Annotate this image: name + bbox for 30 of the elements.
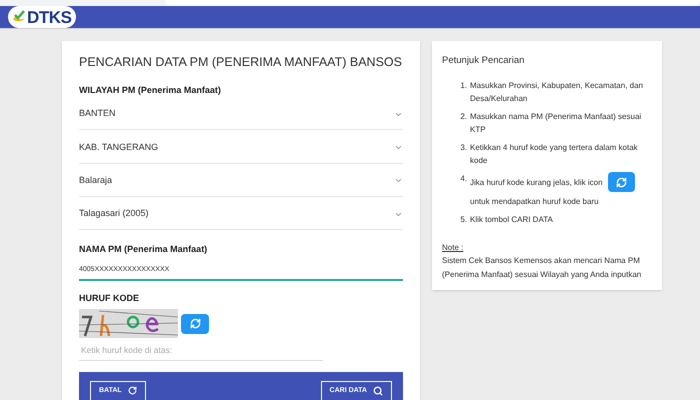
region-select[interactable]: KAB. TANGERANG (79, 130, 403, 164)
step-text: Masukkan Provinsi, Kabupaten, Kecamatan, dan Desa/Kelurahan (470, 80, 644, 105)
refresh-code-button[interactable] (608, 172, 635, 192)
step-text: Ketikkan 4 huruf kode yang tertera dalam kotak kode (470, 142, 639, 167)
site-logo[interactable]: DTKS (8, 6, 76, 28)
form-title: PENCARIAN DATA PM (PENERIMA MANFAAT) BANSOS (79, 56, 403, 68)
reload-icon (128, 386, 137, 396)
step-text: Masukkan nama PM (Penerima Manfaat) sesuai KTP (470, 111, 642, 136)
step-number: 3. (459, 142, 467, 154)
step-text: Klik tombol CARI DATA (470, 214, 553, 226)
region-select[interactable]: Talagasari (2005) (79, 197, 403, 230)
refresh-icon (616, 176, 627, 188)
region-label: WILAYAH PM (Penerima Manfaat) (79, 84, 222, 97)
step-number: 1. (459, 80, 467, 92)
step-number: 2. (459, 111, 467, 123)
note-label: Note : (442, 242, 464, 254)
refresh-code-button[interactable] (181, 314, 209, 334)
region-select[interactable]: BANTEN (79, 97, 403, 130)
search-icon (373, 386, 383, 396)
refresh-icon (190, 318, 200, 330)
instructions-title: Petunjuk Pencarian (442, 54, 526, 67)
step-number: 4. (459, 173, 467, 185)
step-text: untuk mendapatkan huruf kode baru (470, 196, 600, 208)
code-label: HURUF KODE (79, 292, 140, 305)
step-text: Jika huruf kode kurang jelas, klik icon (470, 176, 603, 188)
name-label: NAMA PM (Penerima Manfaat) (79, 243, 208, 256)
logo-text: DTKS (27, 8, 72, 26)
note-text: Sistem Cek Bansos Kemensos akan mencari Nama PM (Penerima Manfaat) sesuai Wilayah yang Anda inputkan (442, 255, 642, 281)
step-number: 5. (459, 214, 467, 226)
region-select[interactable]: Balaraja (79, 164, 403, 198)
